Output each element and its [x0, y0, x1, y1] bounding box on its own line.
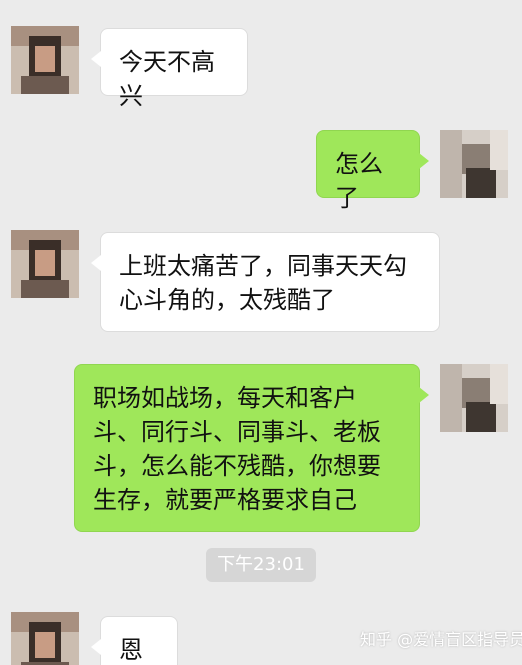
friend-avatar[interactable]	[11, 230, 79, 298]
message-bubble-3[interactable]: 上班太痛苦了，同事天天勾心斗角的，太残酷了	[91, 232, 440, 332]
timestamp: 下午23:01	[206, 548, 316, 582]
message-bubble-2[interactable]: 怎么了	[316, 130, 429, 212]
watermark: 知乎 @爱情盲区指导员	[360, 630, 522, 649]
chat-view: 今天不高兴 怎么了 上班太痛苦了，同事天天勾心斗角的，太残酷了 职场如战场，每天…	[0, 0, 522, 665]
message-text: 怎么了	[335, 150, 383, 212]
message-text: 职场如战场，每天和客户斗、同行斗、同事斗、老板斗，怎么能不残酷，你想要生存，就要…	[93, 384, 381, 514]
my-avatar[interactable]	[440, 364, 508, 432]
message-bubble-5[interactable]: 恩	[91, 616, 178, 665]
message-bubble-4[interactable]: 职场如战场，每天和客户斗、同行斗、同事斗、老板斗，怎么能不残酷，你想要生存，就要…	[74, 364, 429, 532]
friend-avatar[interactable]	[11, 26, 79, 94]
message-text: 今天不高兴	[119, 48, 215, 110]
message-bubble-1[interactable]: 今天不高兴	[91, 28, 248, 110]
message-text: 上班太痛苦了，同事天天勾心斗角的，太残酷了	[119, 252, 407, 314]
friend-avatar[interactable]	[11, 612, 79, 665]
my-avatar[interactable]	[440, 130, 508, 198]
message-text: 恩	[119, 636, 143, 664]
